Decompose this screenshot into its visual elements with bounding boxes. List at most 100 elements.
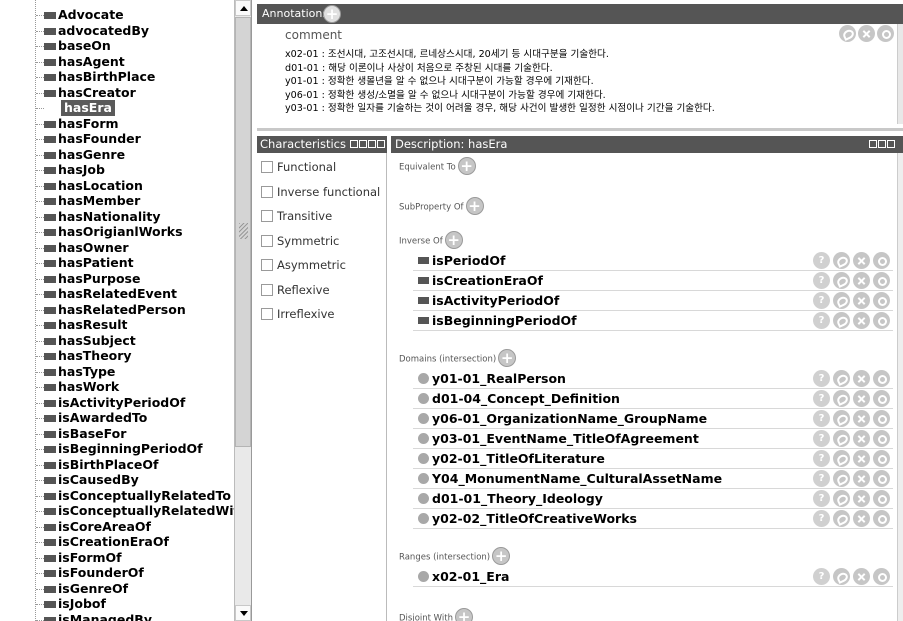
scroll-down-button[interactable] xyxy=(235,605,251,621)
question-icon[interactable]: ? xyxy=(813,292,830,309)
question-icon[interactable]: ? xyxy=(813,390,830,407)
tree-item[interactable]: hasAgent xyxy=(0,54,234,70)
question-icon[interactable]: ? xyxy=(813,510,830,527)
edit-icon[interactable] xyxy=(833,568,850,585)
question-icon[interactable]: ? xyxy=(813,470,830,487)
edit-icon[interactable] xyxy=(833,450,850,467)
delete-icon[interactable] xyxy=(853,252,870,269)
view-icon[interactable] xyxy=(873,510,890,527)
scroll-up-button[interactable] xyxy=(235,0,251,16)
scroll-thumb[interactable] xyxy=(235,17,251,447)
annotations-scrollbar[interactable] xyxy=(897,24,903,124)
tree-item[interactable]: hasSubject xyxy=(0,333,234,349)
tree-item[interactable]: isConceptuallyRelatedWith xyxy=(0,503,234,519)
add-domains-button[interactable]: + xyxy=(498,349,517,367)
tree-item[interactable]: isBeginningPeriodOf xyxy=(0,441,234,457)
tree-item[interactable]: isGenreOf xyxy=(0,581,234,597)
tree-item[interactable]: isBaseFor xyxy=(0,426,234,442)
characteristic-checkbox[interactable] xyxy=(261,283,273,296)
minimize-icon[interactable] xyxy=(350,140,358,148)
tree-item[interactable]: isCoreAreaOf xyxy=(0,519,234,535)
description-scrollbar[interactable] xyxy=(897,153,903,621)
tree-item[interactable]: isActivityPeriodOf xyxy=(0,395,234,411)
view-icon[interactable] xyxy=(873,450,890,467)
tree-item[interactable]: isManagedBy xyxy=(0,612,234,621)
view-icon[interactable] xyxy=(873,252,890,269)
tree-item[interactable]: hasFounder xyxy=(0,131,234,147)
tree-item[interactable]: isCausedBy xyxy=(0,472,234,488)
view-icon[interactable] xyxy=(873,312,890,329)
view-icon[interactable] xyxy=(873,490,890,507)
add-annotation-button[interactable]: + xyxy=(323,5,341,23)
tree-item[interactable]: hasResult xyxy=(0,317,234,333)
delete-icon[interactable] xyxy=(853,510,870,527)
delete-icon[interactable] xyxy=(853,370,870,387)
question-icon[interactable]: ? xyxy=(813,370,830,387)
add-inverse-of-button[interactable]: + xyxy=(444,231,463,249)
characteristic-checkbox[interactable] xyxy=(261,259,273,271)
question-icon[interactable]: ? xyxy=(813,312,830,329)
view-icon[interactable] xyxy=(873,410,890,427)
characteristic-checkbox[interactable] xyxy=(261,234,273,247)
view-icon[interactable] xyxy=(873,430,890,447)
add-subproperty-of-button[interactable]: + xyxy=(465,197,484,215)
tree-item[interactable]: hasForm xyxy=(0,116,234,132)
delete-icon[interactable] xyxy=(853,568,870,585)
tree-item[interactable]: Advocate xyxy=(0,7,234,23)
question-icon[interactable]: ? xyxy=(813,568,830,585)
delete-icon[interactable] xyxy=(858,25,875,42)
tree-item[interactable]: hasJob xyxy=(0,162,234,178)
edit-icon[interactable] xyxy=(833,430,850,447)
delete-icon[interactable] xyxy=(853,430,870,447)
close-icon[interactable] xyxy=(377,140,385,148)
question-icon[interactable]: ? xyxy=(813,450,830,467)
view-icon[interactable] xyxy=(873,272,890,289)
maximize-icon[interactable] xyxy=(368,140,376,148)
edit-icon[interactable] xyxy=(833,510,850,527)
tree-item[interactable]: isFounderOf xyxy=(0,565,234,581)
tree-item[interactable]: isAwardedTo xyxy=(0,410,234,426)
edit-icon[interactable] xyxy=(839,25,856,42)
splitter[interactable] xyxy=(257,128,903,131)
characteristic-checkbox[interactable] xyxy=(261,185,273,198)
question-icon[interactable]: ? xyxy=(813,252,830,269)
tree-item[interactable]: hasLocation xyxy=(0,178,234,194)
view-icon[interactable] xyxy=(873,370,890,387)
tree-item[interactable]: hasBirthPlace xyxy=(0,69,234,85)
question-icon[interactable]: ? xyxy=(813,272,830,289)
tree-item[interactable]: isCreationEraOf xyxy=(0,534,234,550)
delete-icon[interactable] xyxy=(853,272,870,289)
minimize-icon[interactable] xyxy=(869,140,877,148)
tree-item[interactable]: hasType xyxy=(0,364,234,380)
tree-item[interactable]: hasOwner xyxy=(0,240,234,256)
tree-item[interactable]: isBirthPlaceOf xyxy=(0,457,234,473)
question-icon[interactable]: ? xyxy=(813,430,830,447)
question-icon[interactable]: ? xyxy=(813,490,830,507)
delete-icon[interactable] xyxy=(853,390,870,407)
delete-icon[interactable] xyxy=(853,450,870,467)
tree-item[interactable]: hasOrigianlWorks xyxy=(0,224,234,240)
characteristic-checkbox[interactable] xyxy=(261,210,273,222)
tree-item[interactable]: hasTheory xyxy=(0,348,234,364)
tree-item[interactable]: baseOn xyxy=(0,38,234,54)
delete-icon[interactable] xyxy=(853,292,870,309)
tree-item[interactable]: hasGenre xyxy=(0,147,234,163)
restore-icon[interactable] xyxy=(359,140,367,148)
tree-scrollbar[interactable] xyxy=(234,0,251,621)
view-icon[interactable] xyxy=(873,292,890,309)
tree-item[interactable]: hasMember xyxy=(0,193,234,209)
delete-icon[interactable] xyxy=(853,312,870,329)
characteristic-checkbox[interactable] xyxy=(261,161,273,173)
tree-item[interactable]: hasPurpose xyxy=(0,271,234,287)
characteristic-checkbox[interactable] xyxy=(261,308,273,320)
restore-icon[interactable] xyxy=(878,140,886,148)
tree-item[interactable]: hasPatient xyxy=(0,255,234,271)
tree-item[interactable]: hasRelatedPerson xyxy=(0,302,234,318)
add-disjoint-with-button[interactable]: + xyxy=(454,608,473,621)
edit-icon[interactable] xyxy=(833,272,850,289)
edit-icon[interactable] xyxy=(833,370,850,387)
edit-icon[interactable] xyxy=(833,292,850,309)
add-equivalent-to-button[interactable]: + xyxy=(457,157,476,175)
view-icon[interactable] xyxy=(877,25,894,42)
edit-icon[interactable] xyxy=(833,470,850,487)
